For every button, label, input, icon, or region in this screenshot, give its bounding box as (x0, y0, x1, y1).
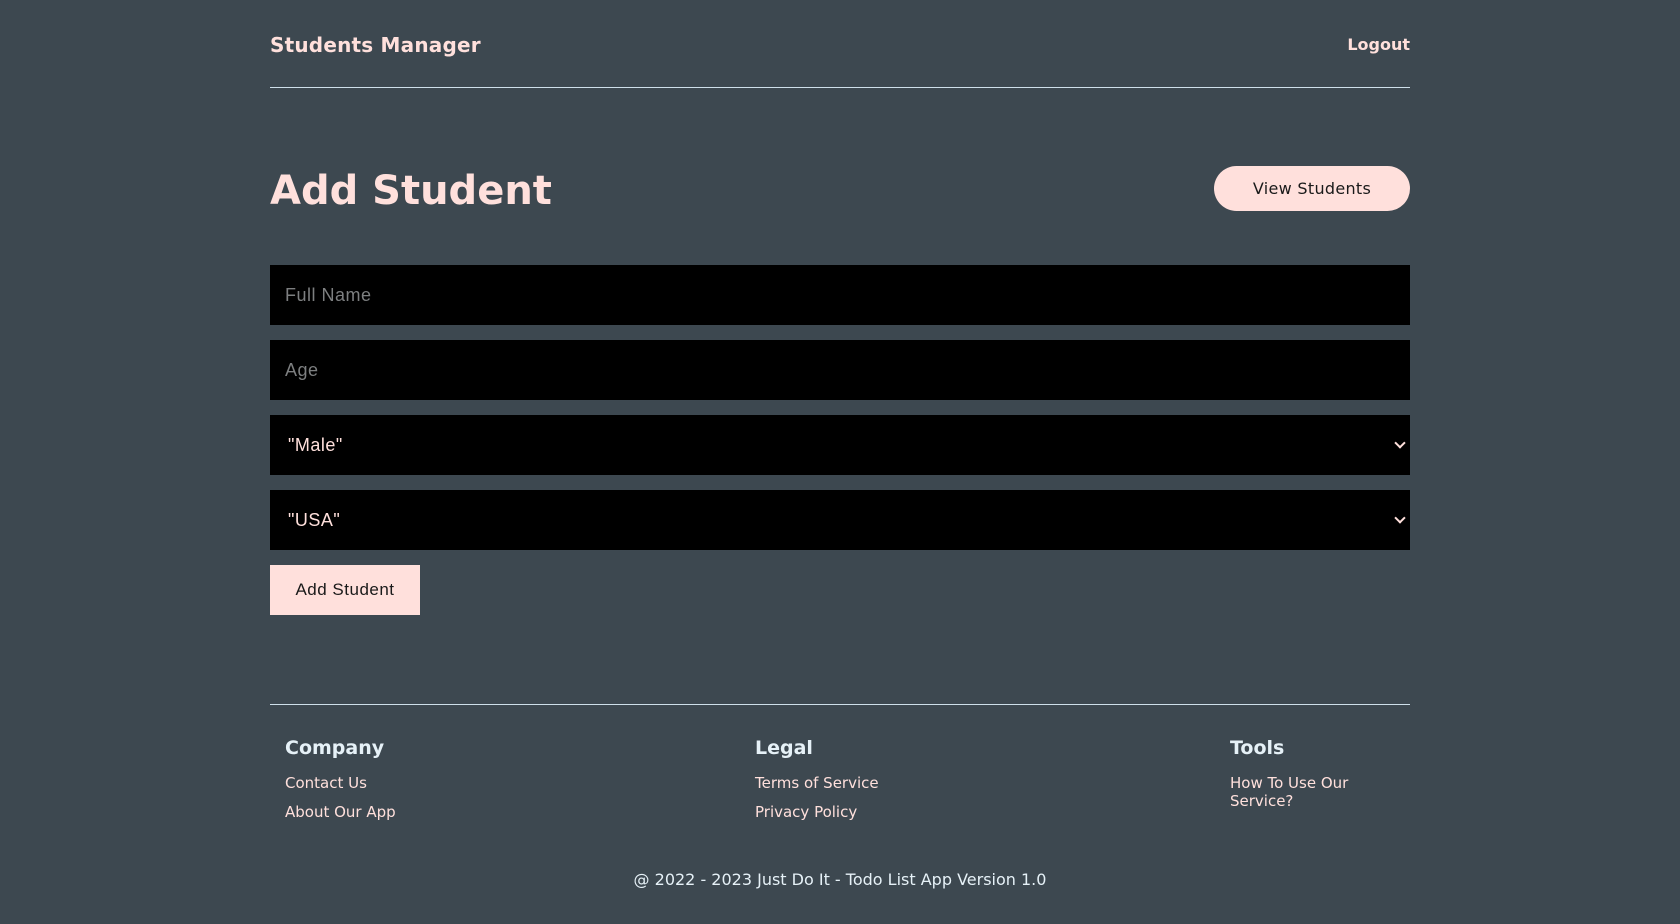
footer-column-tools: Tools How To Use Our Service? (1230, 737, 1410, 821)
page-title: Add Student (270, 168, 552, 214)
footer-link-privacy-policy[interactable]: Privacy Policy (755, 803, 879, 821)
page-container: Students Manager Logout Add Student View… (270, 0, 1410, 889)
chevron-down-icon (1394, 437, 1406, 449)
footer-heading-legal: Legal (755, 737, 813, 759)
brand-logo-text[interactable]: Students Manager (270, 33, 481, 57)
logout-link[interactable]: Logout (1347, 35, 1410, 54)
footer-heading-tools: Tools (1230, 737, 1285, 759)
add-student-button[interactable]: Add Student (270, 565, 420, 615)
footer-column-legal: Legal Terms of Service Privacy Policy (755, 737, 879, 832)
top-navbar: Students Manager Logout (270, 0, 1410, 88)
country-select[interactable]: "USA" (270, 490, 1410, 550)
age-input[interactable] (270, 340, 1410, 400)
full-name-input[interactable] (270, 265, 1410, 325)
footer-link-terms-of-service[interactable]: Terms of Service (755, 774, 879, 792)
copyright-text: @ 2022 - 2023 Just Do It - Todo List App… (633, 870, 1047, 889)
gender-selected-value: "Male" (288, 435, 343, 455)
footer-link-how-to-use[interactable]: How To Use Our Service? (1230, 774, 1410, 810)
title-row: Add Student View Students (270, 166, 1410, 216)
view-students-button[interactable]: View Students (1214, 166, 1410, 211)
footer-column-company: Company Contact Us About Our App (285, 737, 396, 832)
gender-select[interactable]: "Male" (270, 415, 1410, 475)
footer-link-contact-us[interactable]: Contact Us (285, 774, 396, 792)
chevron-down-icon (1394, 512, 1406, 524)
footer-heading-company: Company (285, 737, 385, 759)
country-selected-value: "USA" (288, 510, 341, 530)
add-student-form: "Male" "USA" Add Student (270, 265, 1410, 615)
footer: Company Contact Us About Our App Legal T… (270, 704, 1410, 924)
footer-link-about-our-app[interactable]: About Our App (285, 803, 396, 821)
